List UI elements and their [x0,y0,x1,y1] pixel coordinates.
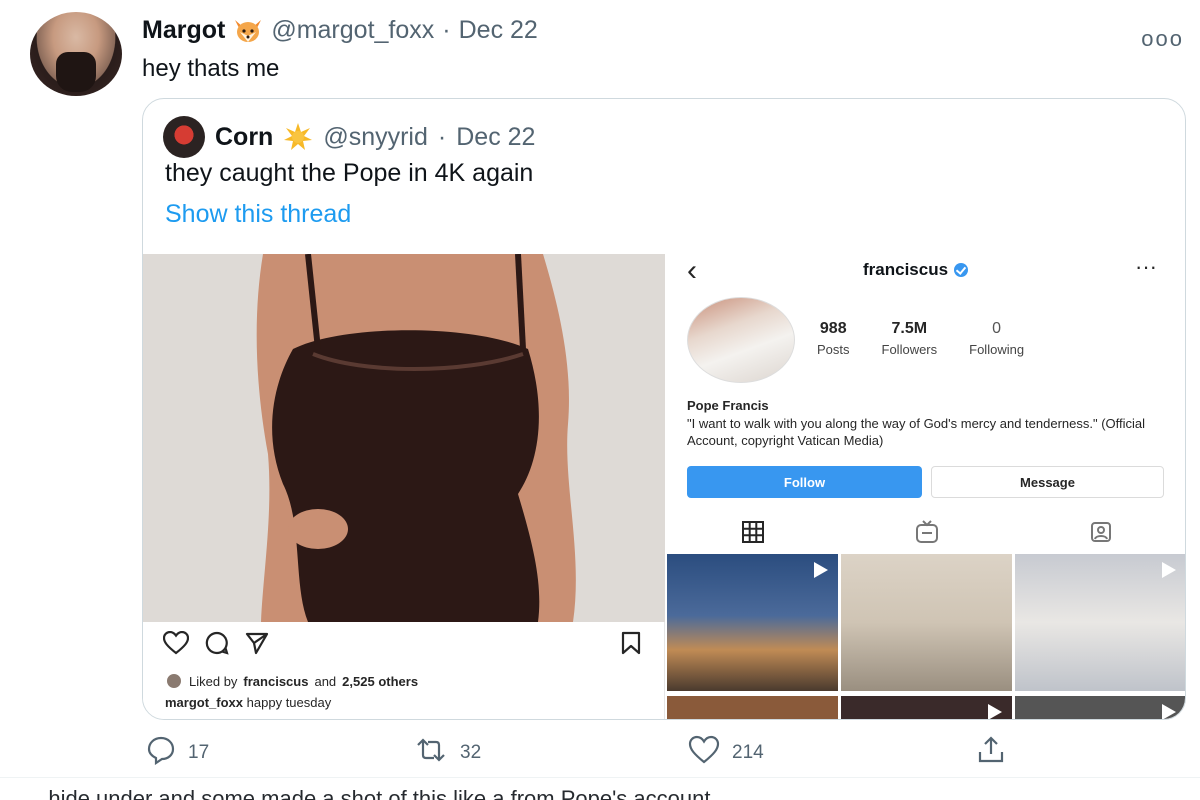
profile-post-grid [667,554,1185,719]
share-action[interactable] [976,735,1006,771]
reply-action[interactable]: 17 [146,735,209,771]
igtv-icon [915,519,939,549]
profile-more-icon: ··· [1135,254,1157,279]
back-chevron-icon: ‹ [687,254,697,287]
fox-emoji-icon [233,18,263,44]
sun-emoji-icon [283,122,313,152]
grid-post-pope [1015,554,1185,691]
tweet-text: hey thats me [142,55,280,82]
tweet-header: Margot @margot_foxx · Dec 22 [142,16,538,45]
heart-icon[interactable] [688,735,720,771]
caption-text: happy tuesday [246,695,332,710]
stat-value: 0 [992,320,1002,337]
quoted-author-handle: @snyyrid [323,122,428,151]
post-photo [143,254,665,622]
separator-dot: · [442,16,451,44]
stat-posts: 988 Posts [817,320,850,357]
quoted-tweet[interactable]: Corn @snyyrid · Dec 22 they caught the P… [142,98,1186,720]
quoted-tweet-header: Corn @snyyrid · Dec 22 [163,116,535,158]
author-display-name[interactable]: Margot [142,16,225,45]
quoted-tweet-date: Dec 22 [456,122,536,151]
more-horizontal-icon[interactable]: ooo [1141,26,1184,52]
instagram-profile-screenshot: ‹ franciscus ··· 988 Posts 7.5M Follower… [667,254,1185,719]
tweet[interactable]: Margot @margot_foxx · Dec 22 ooo hey tha… [0,0,1200,800]
play-icon [988,703,1002,719]
stat-label: Following [969,342,1025,357]
caption-username: margot_foxx [165,695,244,710]
post-action-bar [162,630,269,660]
retweet-count: 32 [460,742,482,763]
separator-dot: · [437,122,447,151]
grid-post-basilica [667,554,838,691]
liked-by-count: 2,525 others [342,673,419,689]
play-icon [1162,562,1176,578]
tweet-action-bar: 17 32 214 [146,735,1046,769]
grid-post [841,695,1012,719]
grid-post [1015,695,1185,719]
profile-bio: "I want to walk with you along the way o… [687,416,1146,448]
tweet-date[interactable]: Dec 22 [459,16,538,45]
stat-following: 0 Following [969,320,1024,357]
grid-post-window [841,554,1012,691]
play-icon [1162,703,1176,719]
liked-by-prefix: Liked by [189,673,238,689]
retweet-icon[interactable] [414,735,448,771]
grid-icon [742,520,765,548]
profile-tabs [667,516,1185,552]
share-upload-icon[interactable] [976,735,1006,771]
divider [0,777,1200,778]
stat-followers: 7.5M Followers [882,320,938,357]
message-button: Message [931,466,1164,498]
stat-value: 7.5M [891,320,928,337]
author-handle[interactable]: @margot_foxx [271,16,434,45]
quoted-tweet-text: they caught the Pope in 4K again [165,159,534,187]
stat-value: 988 [819,320,847,337]
comment-icon [205,631,229,660]
stat-label: Followers [881,342,938,357]
bookmark-icon [620,631,642,660]
verified-badge-icon [954,263,969,277]
grid-post [667,695,838,719]
post-likes-line: Liked by franciscus and 2,525 others [165,672,418,690]
profile-name: Pope Francis [687,398,769,413]
reply-count: 17 [188,742,210,763]
heart-icon [162,630,190,660]
liker-avatar [165,672,183,690]
liked-by-and: and [314,673,337,689]
tagged-icon [1090,521,1112,548]
quoted-author-name: Corn [215,122,274,151]
profile-avatar [687,297,795,383]
next-tweet-text-cutoff: ...hide under and some made a shot of th… [30,786,711,800]
profile-username-row: franciscus [863,260,969,280]
follow-button: Follow [687,466,922,498]
reply-icon[interactable] [146,735,176,771]
show-thread-link[interactable]: Show this thread [165,200,351,229]
retweet-action[interactable]: 32 [414,735,481,771]
play-icon [814,562,828,578]
instagram-post-screenshot: Liked by franciscus and 2,525 others mar… [143,254,665,719]
profile-username: franciscus [863,260,949,279]
quoted-author-avatar [163,116,205,158]
author-avatar[interactable] [30,12,122,96]
like-count: 214 [732,742,764,763]
stat-label: Posts [817,342,850,357]
like-action[interactable]: 214 [688,735,764,771]
share-icon [245,631,269,660]
post-caption: margot_foxx happy tuesday [165,695,331,710]
quoted-tweet-media[interactable]: Liked by franciscus and 2,525 others mar… [143,254,1185,719]
profile-stats: 988 Posts 7.5M Followers 0 Following [817,320,1024,357]
liked-by-user: franciscus [243,673,309,689]
